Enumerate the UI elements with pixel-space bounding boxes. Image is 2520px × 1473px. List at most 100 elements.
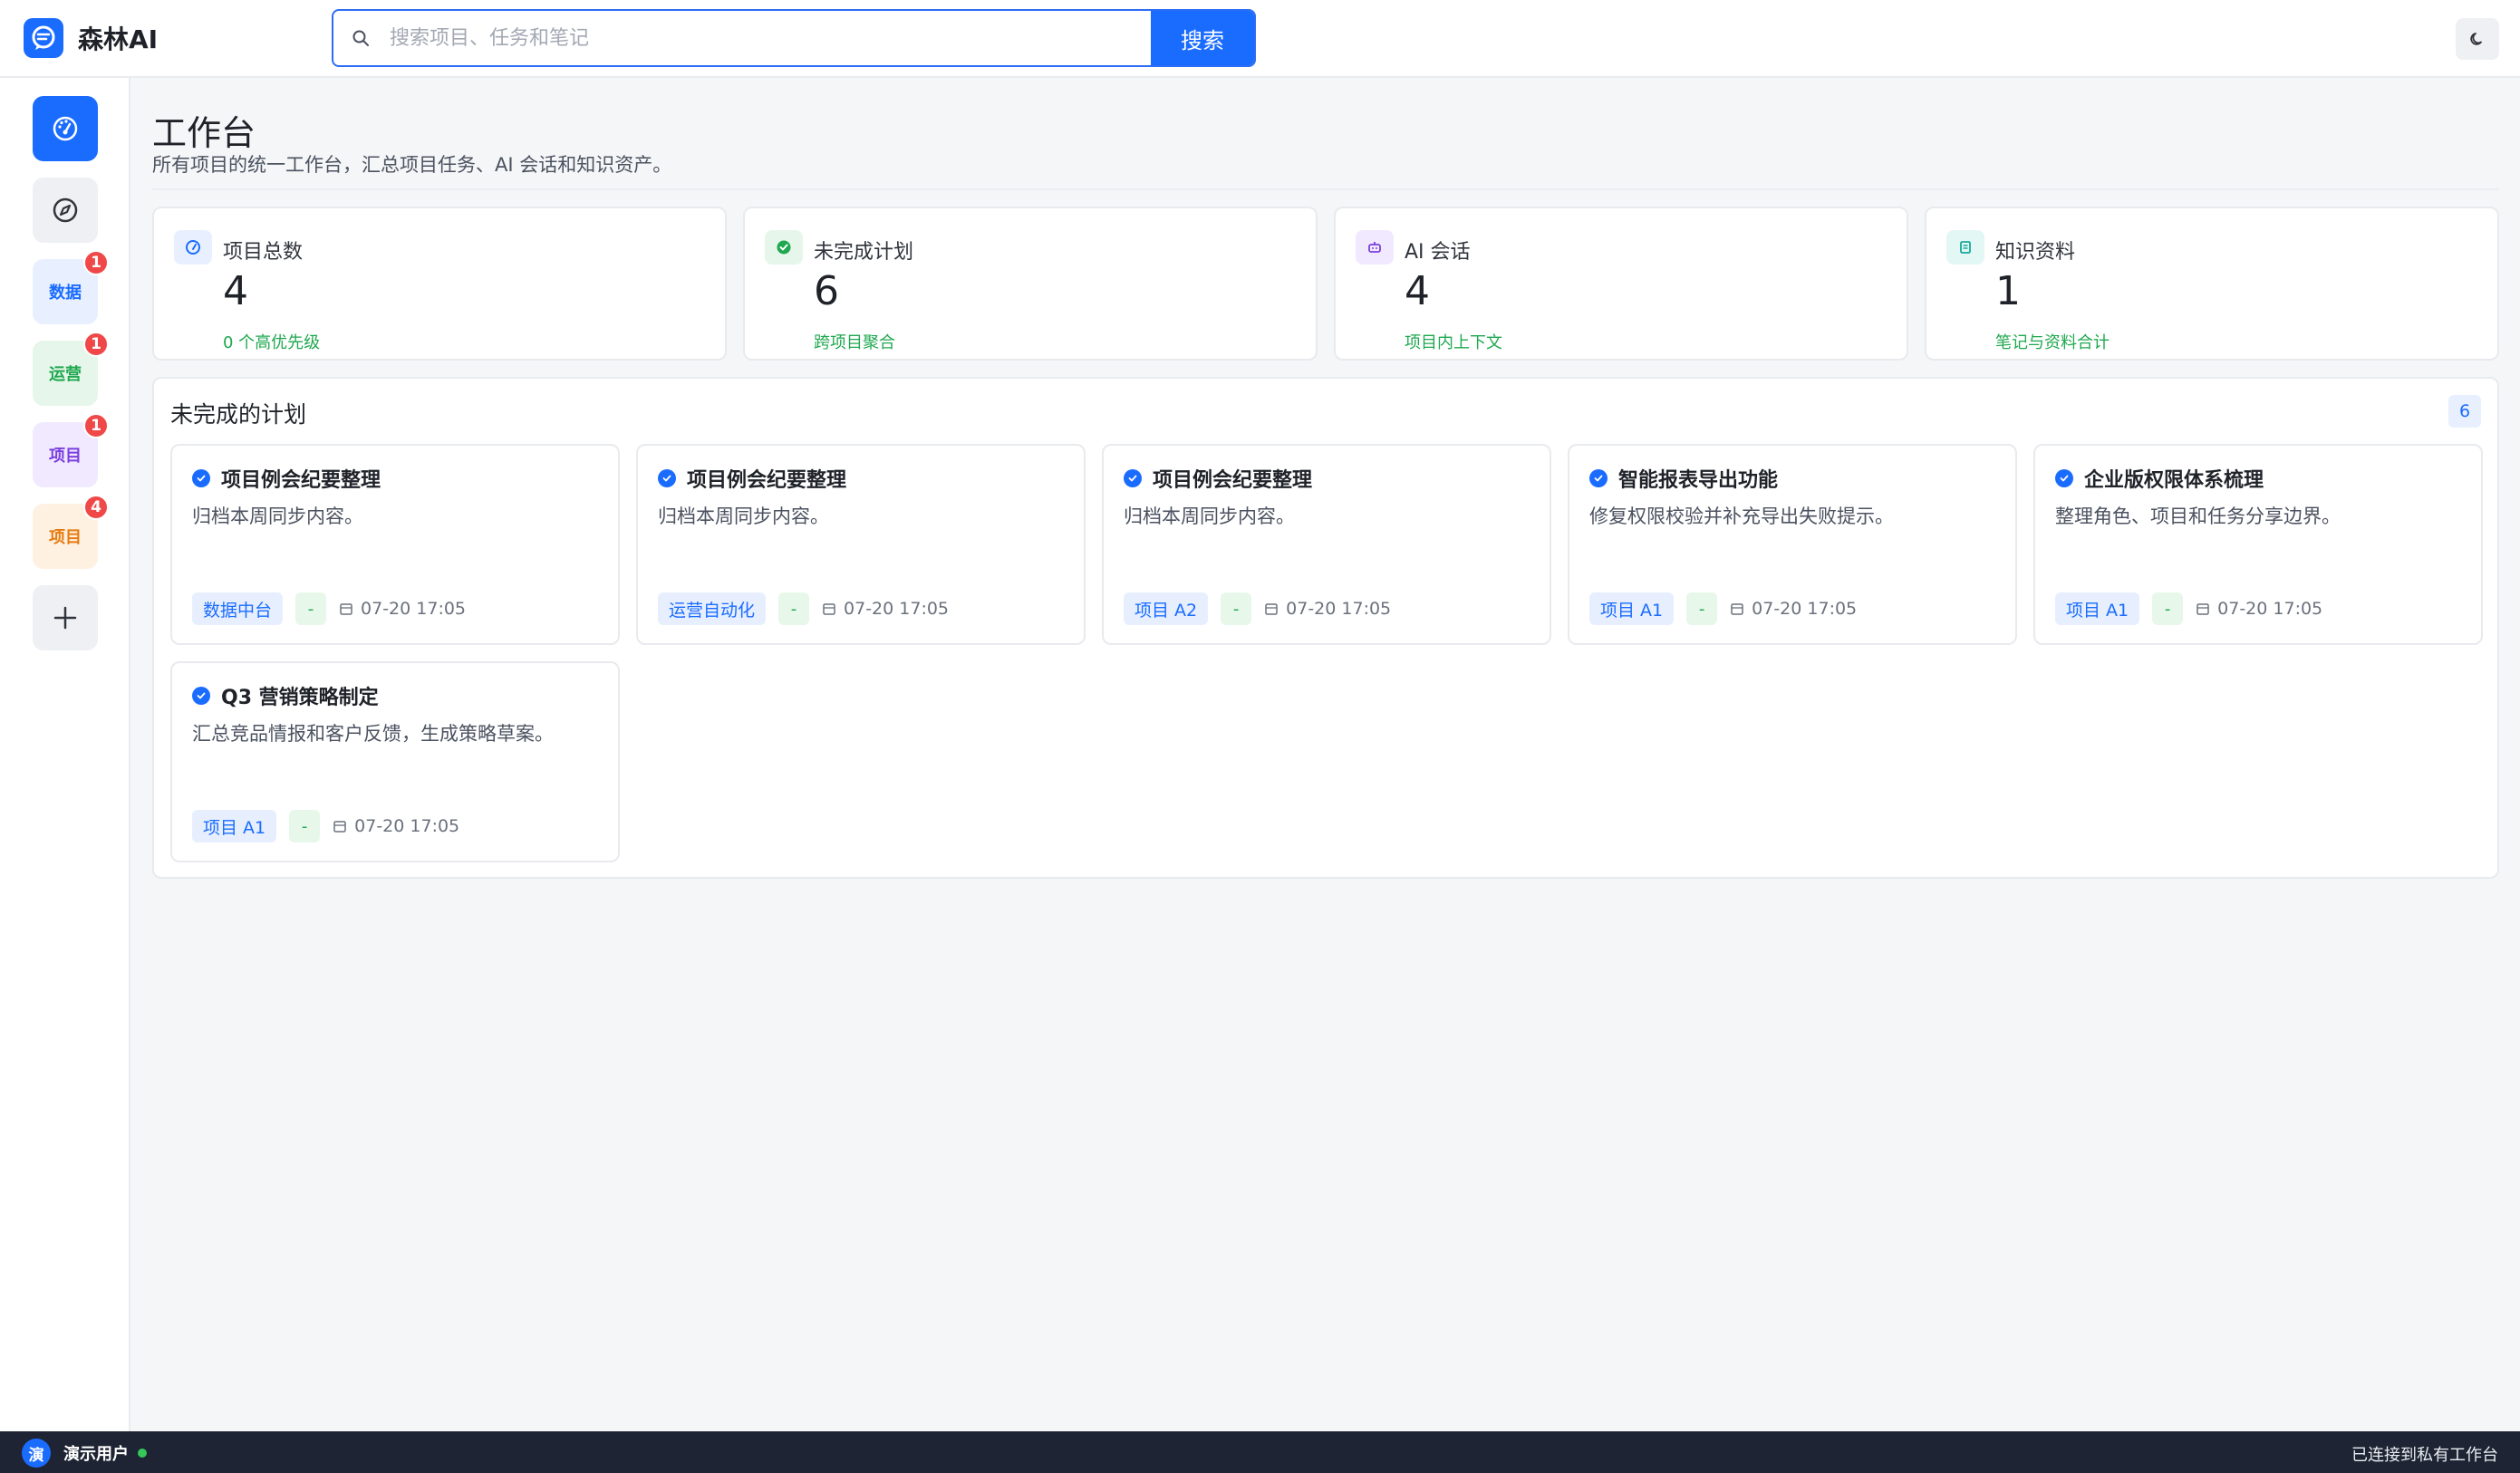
task-date: 07-20 17:05 — [339, 599, 466, 619]
search-input[interactable] — [388, 11, 1151, 65]
sidebar-item-label: 运营 — [49, 365, 82, 384]
stat-card-plans[interactable]: 未完成计划 6 跨项目聚合 — [743, 207, 1318, 361]
calendar-icon — [333, 821, 346, 833]
task-description: 修复权限校验并补充导出失败提示。 — [1589, 505, 1894, 527]
user-name: 演示用户 — [63, 1445, 129, 1464]
sidebar-item-project-orange[interactable]: 项目 4 — [33, 495, 109, 569]
connection-status: 已连接到私有工作台 — [2351, 1446, 2498, 1465]
online-status-dot — [138, 1449, 147, 1458]
sidebar-item-explore[interactable] — [33, 178, 98, 243]
notification-badge: 4 — [83, 495, 109, 520]
stat-value: 4 — [223, 268, 248, 314]
count-badge: 6 — [2448, 395, 2481, 428]
task-date: 07-20 17:05 — [1730, 599, 1857, 619]
gauge-icon — [174, 230, 212, 265]
task-date-text: 07-20 17:05 — [354, 816, 460, 836]
task-date-text: 07-20 17:05 — [2217, 599, 2323, 619]
calendar-icon — [2197, 603, 2209, 615]
check-circle-icon — [192, 469, 210, 487]
page-description: 所有项目的统一工作台，汇总项目任务、AI 会话和知识资产。 — [152, 154, 672, 176]
stat-label: 未完成计划 — [814, 241, 914, 264]
calendar-icon — [340, 603, 352, 615]
document-icon — [1946, 230, 1984, 265]
task-date: 07-20 17:05 — [1264, 599, 1391, 619]
task-card[interactable]: 企业版权限体系梳理 整理角色、项目和任务分享边界。 项目 A1 - 07-20 … — [2033, 444, 2483, 645]
avatar: 演 — [22, 1439, 51, 1468]
section-title: 未完成的计划 — [170, 401, 307, 428]
stat-card-projects[interactable]: 项目总数 4 0 个高优先级 — [152, 207, 727, 361]
task-date: 07-20 17:05 — [822, 599, 949, 619]
page-title: 工作台 — [152, 113, 256, 153]
sidebar-item-project-purple[interactable]: 项目 1 — [33, 413, 109, 487]
robot-icon — [1356, 230, 1394, 265]
task-description: 归档本周同步内容。 — [1124, 505, 1295, 527]
sidebar-item-dashboard[interactable] — [33, 96, 98, 161]
stat-label: 知识资料 — [1995, 241, 2076, 264]
task-card[interactable]: 项目例会纪要整理 归档本周同步内容。 运营自动化 - 07-20 17:05 — [636, 444, 1086, 645]
task-title: 智能报表导出功能 — [1618, 469, 1779, 492]
task-card[interactable]: 项目例会纪要整理 归档本周同步内容。 数据中台 - 07-20 17:05 — [170, 444, 620, 645]
project-tag[interactable]: 运营自动化 — [658, 592, 767, 625]
theme-toggle-button[interactable] — [2456, 18, 2499, 60]
task-title: Q3 营销策略制定 — [221, 687, 379, 709]
task-date: 07-20 17:05 — [2196, 599, 2322, 619]
task-card[interactable]: 项目例会纪要整理 归档本周同步内容。 项目 A2 - 07-20 17:05 — [1102, 444, 1551, 645]
app-logo[interactable]: 森林AI — [24, 18, 158, 58]
project-tag[interactable]: 项目 A2 — [1124, 592, 1209, 625]
stat-label: 项目总数 — [223, 241, 304, 264]
user-info[interactable]: 演 演示用户 — [22, 1439, 147, 1468]
task-title: 项目例会纪要整理 — [221, 469, 381, 492]
priority-tag: - — [1686, 592, 1718, 625]
project-tag[interactable]: 项目 A1 — [1589, 592, 1675, 625]
sidebar-item-label: 数据 — [49, 284, 82, 303]
task-title: 项目例会纪要整理 — [687, 469, 847, 492]
search-icon — [333, 11, 388, 65]
task-title: 项目例会纪要整理 — [1153, 469, 1313, 492]
task-card[interactable]: 智能报表导出功能 修复权限校验并补充导出失败提示。 项目 A1 - 07-20 … — [1568, 444, 2017, 645]
plus-icon — [53, 606, 77, 630]
project-tag[interactable]: 项目 A1 — [2055, 592, 2140, 625]
compass-icon — [53, 197, 78, 223]
check-circle-icon — [192, 687, 210, 705]
check-circle-icon — [1124, 469, 1142, 487]
project-tag[interactable]: 项目 A1 — [192, 810, 277, 842]
priority-tag: - — [289, 810, 321, 842]
stat-value: 1 — [1995, 268, 2021, 314]
stat-card-knowledge[interactable]: 知识资料 1 笔记与资料合计 — [1925, 207, 2499, 361]
priority-tag: - — [1221, 592, 1252, 625]
priority-tag: - — [2152, 592, 2184, 625]
search-button[interactable]: 搜索 — [1151, 11, 1254, 65]
check-circle-icon — [1589, 469, 1608, 487]
calendar-icon — [1731, 603, 1743, 615]
stat-card-ai-sessions[interactable]: AI 会话 4 项目内上下文 — [1334, 207, 1908, 361]
task-description: 汇总竞品情报和客户反馈，生成策略草案。 — [192, 723, 554, 745]
dashboard-icon — [53, 116, 78, 141]
notification-badge: 1 — [83, 250, 109, 275]
sidebar-item-ops[interactable]: 运营 1 — [33, 332, 109, 406]
sidebar-item-data[interactable]: 数据 1 — [33, 250, 109, 324]
check-circle-icon — [765, 230, 803, 265]
stat-subtext: 跨项目聚合 — [814, 333, 895, 352]
task-card[interactable]: Q3 营销策略制定 汇总竞品情报和客户反馈，生成策略草案。 项目 A1 - 07… — [170, 661, 620, 862]
status-bar: 演 演示用户 已连接到私有工作台 — [0, 1431, 2520, 1473]
task-date-text: 07-20 17:05 — [844, 599, 950, 619]
priority-tag: - — [295, 592, 327, 625]
project-tag[interactable]: 数据中台 — [192, 592, 284, 625]
sidebar-add-button[interactable] — [33, 585, 98, 650]
sidebar: 数据 1 运营 1 项目 1 项目 4 — [0, 78, 130, 1431]
task-date-text: 07-20 17:05 — [361, 599, 467, 619]
stat-label: AI 会话 — [1405, 241, 1471, 264]
task-description: 整理角色、项目和任务分享边界。 — [2055, 505, 2341, 527]
task-title: 企业版权限体系梳理 — [2084, 469, 2264, 492]
logo-icon — [24, 18, 63, 58]
moon-icon — [2470, 33, 2482, 45]
search-box: 搜索 — [332, 9, 1256, 67]
priority-tag: - — [778, 592, 810, 625]
stat-value: 6 — [814, 268, 839, 314]
stat-subtext: 0 个高优先级 — [223, 333, 321, 352]
check-circle-icon — [2055, 469, 2073, 487]
stat-subtext: 项目内上下文 — [1405, 333, 1502, 352]
unfinished-plans-panel: 未完成的计划 6 项目例会纪要整理 归档本周同步内容。 数据中台 - 07-20… — [152, 377, 2499, 879]
divider — [152, 188, 2499, 190]
task-date-text: 07-20 17:05 — [1752, 599, 1858, 619]
